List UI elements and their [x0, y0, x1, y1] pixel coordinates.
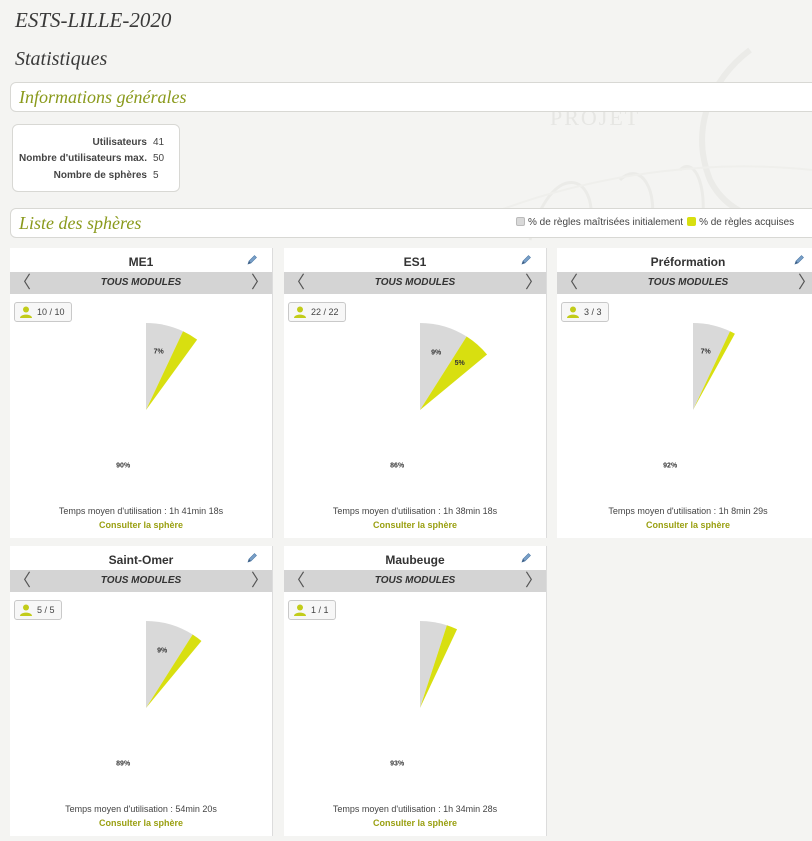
- usage-time: Temps moyen d'utilisation : 1h 34min 28s: [332, 804, 498, 814]
- usage-time: Temps moyen d'utilisation : 54min 20s: [65, 804, 217, 814]
- pencil-icon[interactable]: [246, 254, 258, 266]
- sphere-pie-chart: 7% 92%: [606, 323, 780, 497]
- sphere-pie-chart: 9% 89%: [58, 621, 233, 795]
- user-count-badge: 10 / 10: [14, 302, 72, 322]
- pie-label-remaining: 92%: [663, 463, 678, 470]
- chart-legend: % de règles maîtrisées initialement % de …: [516, 217, 794, 228]
- legend-label-initial: % de règles maîtrisées initialement: [528, 217, 684, 228]
- info-value: 50: [153, 153, 165, 164]
- usage-time: Temps moyen d'utilisation : 1h 8min 29s: [608, 506, 768, 516]
- page-title: Statistiques: [15, 48, 108, 70]
- chevron-right-icon[interactable]: 〉: [798, 273, 812, 293]
- module-label: TOUS MODULES: [374, 575, 456, 586]
- spheres-list-title: Liste des sphères: [19, 213, 142, 233]
- user-count-badge: 5 / 5: [14, 600, 62, 620]
- consult-sphere-link[interactable]: Consulter la sphère: [10, 818, 272, 828]
- pie-label-remaining: 89%: [116, 761, 131, 768]
- app-title: ESTS-LILLE-2020: [15, 8, 172, 32]
- general-info-panel: Utilisateurs 41 Nombre d'utilisateurs ma…: [12, 124, 180, 192]
- chevron-right-icon[interactable]: 〉: [525, 273, 542, 293]
- consult-sphere-link[interactable]: Consulter la sphère: [557, 520, 812, 530]
- pie-label-initial: 9%: [157, 647, 168, 654]
- legend-label-acquired: % de règles acquises: [699, 217, 795, 228]
- general-info-title: Informations générales: [19, 87, 187, 107]
- module-selector: 〈 TOUS MODULES 〉: [557, 272, 812, 294]
- spheres-list-header: Liste des sphères % de règles maîtrisées…: [10, 208, 812, 238]
- sphere-card: Maubeuge 〈 TOUS MODULES 〉 1 / 1 93% Temp…: [284, 546, 547, 836]
- pencil-icon[interactable]: [520, 552, 532, 564]
- module-label: TOUS MODULES: [100, 277, 182, 288]
- user-icon: [294, 604, 306, 616]
- info-row-users: Utilisateurs 41: [13, 137, 181, 151]
- module-selector: 〈 TOUS MODULES 〉: [284, 570, 546, 592]
- module-label: TOUS MODULES: [647, 277, 729, 288]
- legend-swatch-acquired: [687, 217, 697, 226]
- user-count: 5 / 5: [37, 605, 55, 615]
- pie-label-remaining: 93%: [390, 761, 405, 768]
- user-count-badge: 3 / 3: [561, 302, 609, 322]
- sphere-name: ES1: [403, 255, 427, 269]
- sphere-card: ME1 〈 TOUS MODULES 〉 10 / 10 7% 90% Temps…: [10, 248, 273, 538]
- pie-label-acquired: 5%: [455, 360, 466, 367]
- info-label: Nombre d'utilisateurs max.: [19, 153, 147, 164]
- chevron-right-icon[interactable]: 〉: [251, 571, 268, 591]
- pencil-icon[interactable]: [793, 254, 805, 266]
- chevron-right-icon[interactable]: 〉: [525, 571, 542, 591]
- user-count: 1 / 1: [311, 605, 329, 615]
- sphere-name: Maubeuge: [385, 553, 445, 567]
- consult-sphere-link[interactable]: Consulter la sphère: [284, 520, 546, 530]
- sphere-pie-chart: 7% 90%: [58, 323, 233, 497]
- user-count: 3 / 3: [584, 307, 602, 317]
- user-count: 10 / 10: [37, 307, 65, 317]
- pie-label-initial: 9%: [431, 349, 442, 356]
- consult-sphere-link[interactable]: Consulter la sphère: [10, 520, 272, 530]
- user-icon: [294, 306, 306, 318]
- sphere-pie-chart: 9% 5% 86%: [333, 323, 507, 497]
- module-label: TOUS MODULES: [100, 575, 182, 586]
- pie-label-remaining: 86%: [390, 463, 405, 470]
- pencil-icon[interactable]: [246, 552, 258, 564]
- user-icon: [567, 306, 579, 318]
- info-row-max-users: Nombre d'utilisateurs max. 50: [13, 153, 181, 167]
- usage-time: Temps moyen d'utilisation : 1h 38min 18s: [332, 506, 498, 516]
- general-info-header: Informations générales: [10, 82, 812, 112]
- pie-slice-remaining: [58, 323, 233, 497]
- module-selector: 〈 TOUS MODULES 〉: [10, 272, 272, 294]
- sphere-name: ME1: [128, 255, 154, 269]
- info-label: Utilisateurs: [92, 137, 147, 148]
- chevron-right-icon[interactable]: 〉: [251, 273, 268, 293]
- sphere-card: ES1 〈 TOUS MODULES 〉 22 / 22 9% 5% 86% Tem…: [284, 248, 547, 538]
- user-icon: [20, 306, 32, 318]
- module-selector: 〈 TOUS MODULES 〉: [10, 570, 272, 592]
- user-count: 22 / 22: [311, 307, 339, 317]
- consult-sphere-link[interactable]: Consulter la sphère: [284, 818, 546, 828]
- legend-swatch-initial: [516, 217, 525, 226]
- pie-label-remaining: 90%: [116, 463, 131, 470]
- sphere-card: Préformation 〈 TOUS MODULES 〉 3 / 3 7% 92…: [557, 248, 812, 538]
- pie-label-initial: 7%: [154, 348, 165, 355]
- user-count-badge: 22 / 22: [288, 302, 346, 322]
- module-selector: 〈 TOUS MODULES 〉: [284, 272, 546, 294]
- sphere-pie-chart: 93%: [333, 621, 507, 795]
- info-label: Nombre de sphères: [53, 170, 147, 181]
- usage-time: Temps moyen d'utilisation : 1h 41min 18s: [58, 506, 224, 516]
- info-value: 41: [153, 137, 165, 148]
- module-label: TOUS MODULES: [374, 277, 456, 288]
- pie-label-initial: 7%: [701, 348, 712, 355]
- pencil-icon[interactable]: [520, 254, 532, 266]
- info-value: 5: [153, 170, 159, 181]
- user-count-badge: 1 / 1: [288, 600, 336, 620]
- sphere-card: Saint-Omer 〈 TOUS MODULES 〉 5 / 5 9% 89% …: [10, 546, 273, 836]
- user-icon: [20, 604, 32, 616]
- sphere-name: Préformation: [650, 255, 726, 269]
- sphere-name: Saint-Omer: [108, 553, 174, 567]
- info-row-spheres: Nombre de sphères 5: [13, 170, 181, 184]
